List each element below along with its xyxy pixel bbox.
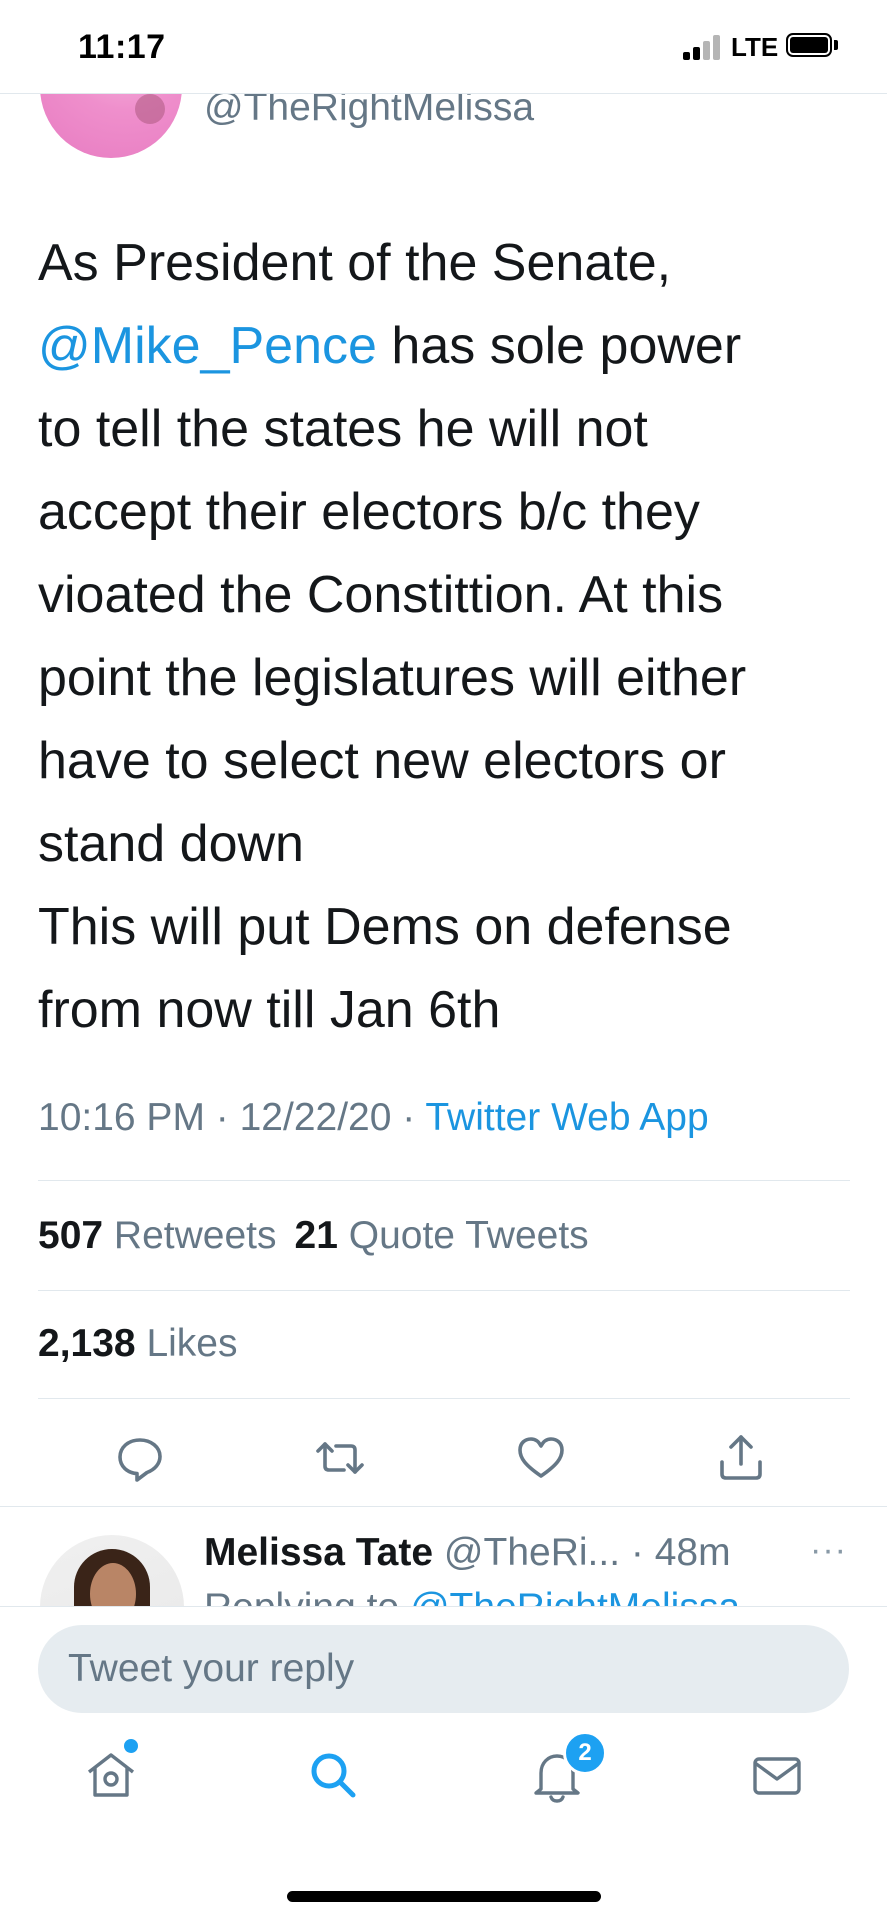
tweet-time: 10:16 PM — [38, 1096, 205, 1139]
retweets-label: Retweets — [113, 1214, 277, 1257]
likes-stat[interactable]: 2,138 Likes — [38, 1322, 238, 1366]
more-options-icon[interactable]: ··· — [810, 1531, 847, 1570]
replying-to-label: Replying to — [204, 1588, 399, 1606]
tweet-line-text: has sole power — [376, 317, 742, 375]
home-new-indicator — [124, 1739, 138, 1753]
retweets-stat[interactable]: 507 Retweets — [38, 1214, 277, 1257]
tweet-line: point the legislatures will either — [38, 649, 747, 707]
quotes-count: 21 — [294, 1214, 338, 1257]
tab-home[interactable] — [81, 1739, 141, 1805]
tweet-actions — [0, 1428, 887, 1488]
reply-time: · 48m — [630, 1531, 731, 1574]
reply-author-name: Melissa Tate — [204, 1531, 434, 1574]
search-icon — [311, 1753, 356, 1798]
tweet-line: This will put Dems on defense — [38, 898, 732, 956]
reply-placeholder: Tweet your reply — [68, 1647, 355, 1690]
home-icon — [87, 1753, 135, 1797]
signal-strength-icon — [683, 34, 723, 60]
tweet-source-link[interactable]: Twitter Web App — [425, 1096, 708, 1139]
divider — [38, 1180, 850, 1181]
battery-icon — [786, 33, 832, 57]
retweets-count: 507 — [38, 1214, 104, 1257]
retweet-icon[interactable] — [310, 1428, 370, 1488]
tweet-line: As President of the Senate, — [38, 234, 672, 292]
status-bar: 11:17 LTE — [0, 0, 887, 94]
battery-tip — [834, 40, 838, 50]
header-divider — [0, 93, 887, 94]
notifications-badge: 2 — [563, 1731, 607, 1775]
share-icon[interactable] — [711, 1428, 771, 1488]
tweet-line: vioated the Constittion. At this — [38, 566, 724, 624]
network-type: LTE — [731, 32, 779, 62]
retweet-stats: 507 Retweets 21 Quote Tweets — [38, 1214, 589, 1258]
divider — [0, 1506, 887, 1507]
replying-to: Replying to @TheRightMelissa — [204, 1588, 740, 1606]
tab-notifications[interactable]: 2 — [527, 1731, 607, 1805]
meta-separator: · — [215, 1096, 240, 1139]
reply-icon[interactable] — [110, 1428, 170, 1488]
reply-author-handle: @TheRi... — [443, 1531, 621, 1574]
reply-header[interactable]: Melissa Tate @TheRi... · 48m — [204, 1531, 731, 1575]
author-avatar-detail — [135, 94, 165, 124]
tweet-line: have to select new electors or — [38, 732, 726, 790]
likes-label: Likes — [146, 1322, 238, 1365]
tweet-date: 12/22/20 — [239, 1096, 392, 1139]
tweet-line: stand down — [38, 815, 304, 873]
divider — [38, 1398, 850, 1399]
divider — [38, 1290, 850, 1291]
tweet-line: @Mike_Pence has sole power — [38, 305, 858, 388]
tweet-meta: 10:16 PM · 12/22/20 · Twitter Web App — [38, 1096, 709, 1140]
bottom-panel: Tweet your reply 2 — [0, 1606, 887, 1920]
tweet-detail-screen: @TheRightMelissa 11:17 LTE As President … — [0, 0, 887, 1920]
tweet-text: As President of the Senate, @Mike_Pence … — [38, 222, 858, 1052]
like-icon[interactable] — [511, 1428, 571, 1488]
tab-bar: 2 — [0, 1731, 887, 1825]
tweet-line: from now till Jan 6th — [38, 981, 501, 1039]
tweet-line: accept their electors b/c they — [38, 483, 700, 541]
quote-tweets-stat[interactable]: 21 Quote Tweets — [295, 1214, 589, 1257]
messages-icon — [753, 1757, 801, 1795]
quotes-label: Quote Tweets — [348, 1214, 589, 1257]
tweet-line: to tell the states he will not — [38, 400, 648, 458]
tab-search[interactable] — [303, 1745, 363, 1805]
tab-messages[interactable] — [747, 1745, 807, 1805]
likes-count: 2,138 — [38, 1322, 136, 1365]
reply-input[interactable]: Tweet your reply — [38, 1625, 849, 1713]
mention-link[interactable]: @Mike_Pence — [38, 317, 377, 375]
replying-to-handle[interactable]: @TheRightMelissa — [410, 1588, 740, 1606]
meta-separator: · — [402, 1096, 426, 1139]
home-indicator[interactable] — [287, 1891, 601, 1902]
status-time: 11:17 — [78, 28, 166, 66]
